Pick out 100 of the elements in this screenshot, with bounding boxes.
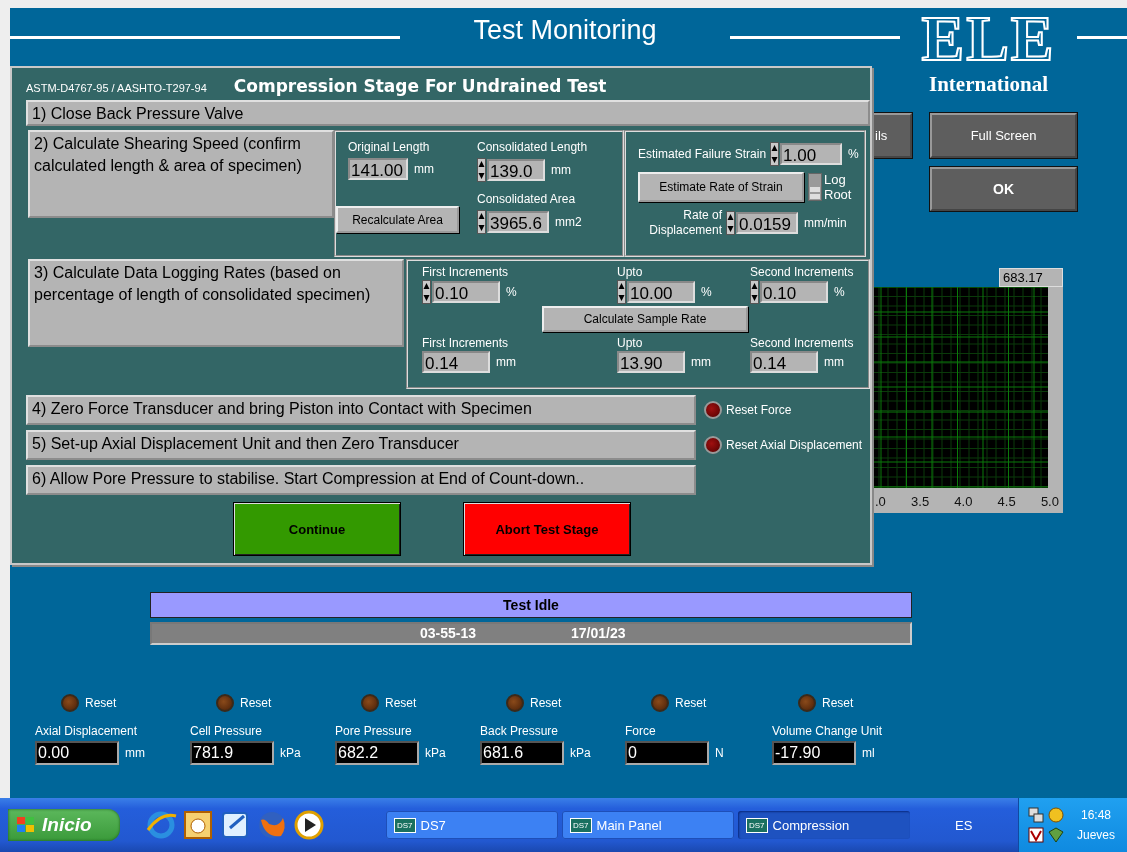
reset-knob[interactable] xyxy=(61,694,79,712)
details-button[interactable]: ils xyxy=(872,113,912,158)
field-label: Consolidated Area xyxy=(477,192,577,206)
number-field[interactable]: 0.10 xyxy=(760,281,828,303)
reset-label: Reset Force xyxy=(726,403,792,417)
language-indicator[interactable]: ES xyxy=(955,817,973,833)
reading-field: 781.9 xyxy=(190,741,274,765)
unit-label: mm xyxy=(551,163,571,177)
spinner-arrows[interactable] xyxy=(770,142,780,166)
number-field[interactable]: 13.90 xyxy=(617,351,685,373)
field-label: Second Increments xyxy=(750,336,854,350)
unit-label: mm xyxy=(496,355,516,369)
unit-label: ml xyxy=(862,746,875,760)
channel-label: Back Pressure xyxy=(480,724,560,738)
reset-label: Reset xyxy=(822,696,854,710)
spinner-arrows[interactable] xyxy=(750,280,759,304)
number-field[interactable]: 0.0159 xyxy=(736,212,798,234)
reset-knob[interactable] xyxy=(216,694,234,712)
spinner-arrows[interactable] xyxy=(617,280,626,304)
step-instruction: 3) Calculate Data Logging Rates (based on percentage of length of consolidated specimen) xyxy=(28,259,404,347)
channel-label: Volume Change Unit xyxy=(772,724,884,738)
number-field[interactable]: 141.00 xyxy=(348,158,408,180)
number-field[interactable]: 0.10 xyxy=(432,281,500,303)
taskbar-button[interactable]: DS7 Main Panel xyxy=(562,811,734,839)
full-screen-button[interactable]: Full Screen xyxy=(930,113,1077,158)
axis-tick-label: 5.0 xyxy=(1040,494,1059,509)
spinner-arrows[interactable] xyxy=(726,211,735,235)
field-label: Estimated Failure Strain xyxy=(638,147,767,161)
clock-time: 16:48 xyxy=(1081,808,1112,822)
taskbar-button[interactable]: DS7 Compression xyxy=(738,811,910,839)
channel-label: Pore Pressure xyxy=(335,724,413,738)
number-field[interactable]: 0.14 xyxy=(422,351,490,373)
unit-label: % xyxy=(848,147,859,161)
reset-knob[interactable] xyxy=(361,694,379,712)
unit-label: mm xyxy=(824,355,844,369)
channel-label: Axial Displacement xyxy=(35,724,139,738)
switch-label: Log xyxy=(824,172,847,187)
reading-field: 681.6 xyxy=(480,741,564,765)
estimate-strain-button[interactable]: Estimate Rate of Strain xyxy=(638,172,804,202)
number-field[interactable]: 10.00 xyxy=(627,281,695,303)
reset-label: Reset xyxy=(240,696,272,710)
reading-field: 0 xyxy=(625,741,709,765)
field-label: Consolidated Length xyxy=(477,140,588,154)
reading-field: 682.2 xyxy=(335,741,419,765)
step-instruction: 6) Allow Pore Pressure to stabilise. Start Compression at End of Count-down.. xyxy=(26,465,696,495)
calculate-rate-button[interactable]: Calculate Sample Rate xyxy=(542,306,748,332)
reset-label: Reset xyxy=(675,696,707,710)
reset-force-led[interactable] xyxy=(704,401,722,419)
network-icon[interactable] xyxy=(1027,806,1045,824)
logo-subtitle: International xyxy=(929,72,1048,97)
channel-label: Force xyxy=(625,724,657,738)
unit-label: kPa xyxy=(280,746,301,760)
reset-knob[interactable] xyxy=(798,694,816,712)
reset-label: Reset Axial Displacement xyxy=(726,438,863,452)
continue-button[interactable]: Continue xyxy=(233,502,401,556)
reset-label: Reset xyxy=(530,696,562,710)
reading-field: -17.90 xyxy=(772,741,856,765)
ok-button[interactable]: OK xyxy=(930,167,1077,211)
unit-label: mm xyxy=(691,355,711,369)
field-label: Original Length xyxy=(348,140,431,154)
reset-knob[interactable] xyxy=(651,694,669,712)
reset-axial-led[interactable] xyxy=(704,436,722,454)
toggle-switch[interactable] xyxy=(808,173,822,201)
number-field[interactable]: 1.00 xyxy=(780,143,843,165)
field-label: Upto xyxy=(617,336,644,350)
reading-field: 0.00 xyxy=(35,741,119,765)
unit-label: mm xyxy=(414,162,434,176)
axis-tick-label: 4.0 xyxy=(954,494,973,509)
windows-logo-icon xyxy=(16,816,36,834)
window-title: Test Monitoring xyxy=(472,15,658,46)
switch-label: Root xyxy=(824,187,852,202)
spinner-arrows[interactable] xyxy=(422,280,431,304)
logo: ELE xyxy=(921,10,1056,68)
status-bar: Test Idle xyxy=(150,592,912,618)
field-label: Second Increments xyxy=(750,265,854,279)
number-field[interactable]: 0.14 xyxy=(750,351,818,373)
taskbar-button[interactable]: DS7 DS7 xyxy=(386,811,558,839)
unit-label: % xyxy=(834,285,845,299)
field-label: Upto xyxy=(617,265,644,279)
number-field[interactable]: 139.0 xyxy=(487,159,545,181)
unit-label: % xyxy=(506,285,517,299)
reset-label: Reset xyxy=(385,696,417,710)
clock-day: Jueves xyxy=(1077,828,1116,842)
field-label: First Increments xyxy=(422,265,509,279)
standard-label: ASTM-D4767-95 / AASHTO-T297-94 xyxy=(26,82,207,94)
media-player-icon[interactable] xyxy=(292,808,326,842)
step-instruction: 5) Set-up Axial Displacement Unit and then Zero Transducer xyxy=(26,430,696,460)
channel-label: Cell Pressure xyxy=(190,724,264,738)
step-instruction: 2) Calculate Shearing Speed (confirm calculated length & area of specimen) xyxy=(28,130,334,218)
number-field[interactable]: 3965.6 xyxy=(487,211,549,233)
spinner-arrows[interactable] xyxy=(477,158,486,182)
unit-label: mm/min xyxy=(804,216,847,230)
unit-label: kPa xyxy=(425,746,446,760)
reset-knob[interactable] xyxy=(506,694,524,712)
recalculate-area-button[interactable]: Recalculate Area xyxy=(336,206,459,233)
unit-label: mm xyxy=(125,746,145,760)
step-instruction: 1) Close Back Pressure Valve xyxy=(26,100,870,126)
abort-button[interactable]: Abort Test Stage xyxy=(463,502,631,556)
spinner-arrows[interactable] xyxy=(477,210,486,234)
time-text: 03-55-13 xyxy=(420,624,477,643)
